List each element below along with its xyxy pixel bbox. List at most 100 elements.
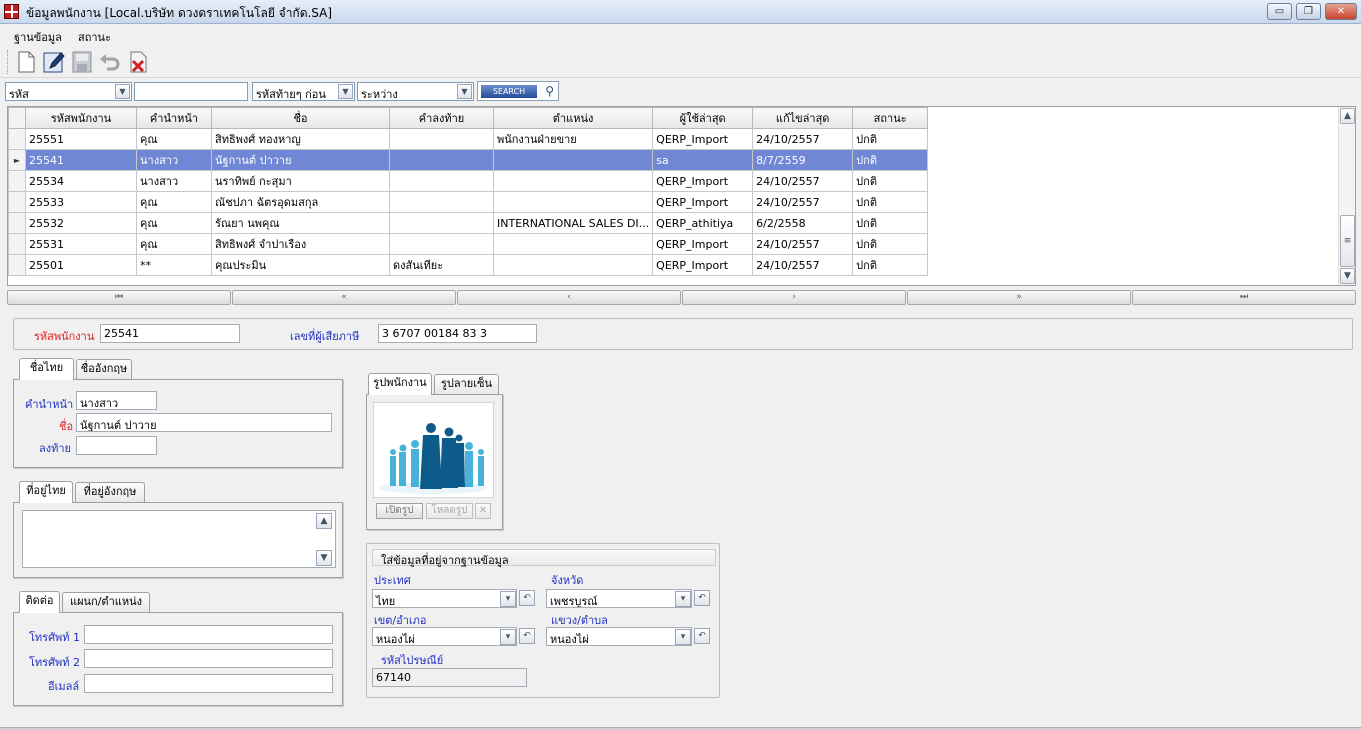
postcode-input[interactable]: 67140 (372, 668, 527, 687)
cell-last-edit[interactable]: 24/10/2557 (752, 128, 854, 150)
cell-suffix[interactable] (389, 128, 494, 150)
nav-prev-page-button[interactable]: « (232, 290, 456, 305)
row-indicator[interactable] (8, 170, 26, 192)
tab-english-address[interactable]: ที่อยู่อังกฤษ (75, 482, 145, 502)
cell-position[interactable]: INTERNATIONAL SALES DI... (492, 212, 654, 234)
cell-position[interactable] (492, 191, 654, 213)
suffix-input[interactable] (76, 436, 157, 455)
cell-last-edit[interactable]: 24/10/2557 (752, 233, 854, 255)
row-indicator[interactable] (8, 191, 26, 213)
close-button[interactable]: ✕ (1325, 3, 1357, 20)
province-reset-icon[interactable]: ↶ (694, 590, 710, 606)
nav-last-button[interactable]: ⏭ (1132, 290, 1356, 305)
col-last-user[interactable]: ผู้ใช้ล่าสุด (652, 107, 754, 129)
cell-last-user[interactable]: QERP_Import (652, 254, 754, 276)
open-photo-button[interactable]: เปิดรูป (376, 503, 423, 519)
cell-last-edit[interactable]: 24/10/2557 (752, 254, 854, 276)
cell-last-user[interactable]: QERP_Import (652, 233, 754, 255)
tab-thai-address[interactable]: ที่อยู่ไทย (19, 481, 73, 503)
subdistrict-reset-icon[interactable]: ↶ (694, 628, 710, 644)
table-row[interactable]: ► 25541 นางสาว นัฐกานต์ ปาวาย sa 8/7/2559 ปกติ (8, 149, 929, 171)
cell-last-user[interactable]: QERP_Import (652, 128, 754, 150)
cell-last-edit[interactable]: 24/10/2557 (752, 191, 854, 213)
cell-status[interactable]: ปกติ (852, 212, 929, 234)
col-suffix[interactable]: คำลงท้าย (389, 107, 494, 129)
delete-icon[interactable] (126, 50, 150, 74)
cell-name[interactable]: นัฐกานต์ ปาวาย (211, 149, 390, 171)
cell-suffix[interactable] (389, 149, 494, 171)
restore-button[interactable]: ❐ (1296, 3, 1321, 20)
cell-name[interactable]: สิทธิพงศ์ ทองหาญ (211, 128, 390, 150)
table-row[interactable]: 25533 คุณ ณัชปภา ฉัตรอุดมสกุล QERP_Import 24… (8, 191, 929, 213)
scroll-down-button[interactable]: ▼ (1340, 268, 1355, 284)
tab-employee-photo[interactable]: รูปพนักงาน (368, 373, 432, 395)
name-input[interactable]: นัฐกานต์ ปาวาย (76, 413, 332, 432)
cell-last-user[interactable]: QERP_Import (652, 191, 754, 213)
cell-status[interactable]: ปกติ (852, 128, 929, 150)
new-document-icon[interactable] (14, 50, 38, 74)
cell-status[interactable]: ปกติ (852, 254, 929, 276)
tab-contact[interactable]: ติดต่อ (19, 591, 60, 613)
chevron-down-icon[interactable]: ▾ (675, 591, 691, 607)
nav-first-button[interactable]: ⏮ (7, 290, 231, 305)
cell-name[interactable]: คุณประมิน (211, 254, 390, 276)
filter-field-select[interactable]: รหัส ▼ (5, 82, 132, 101)
cell-status[interactable]: ปกติ (852, 149, 929, 171)
cell-emp-code[interactable]: 25533 (25, 191, 137, 213)
cell-last-edit[interactable]: 24/10/2557 (752, 170, 854, 192)
cell-name[interactable]: ณัชปภา ฉัตรอุดมสกุล (211, 191, 390, 213)
cell-last-edit[interactable]: 8/7/2559 (752, 149, 854, 171)
tab-thai-name[interactable]: ชื่อไทย (19, 358, 74, 380)
table-row[interactable]: 25534 นางสาว นราทิพย์ กะสุมา QERP_Import 24/… (8, 170, 929, 192)
scroll-up-button[interactable]: ▲ (1340, 108, 1355, 124)
cell-emp-code[interactable]: 25551 (25, 128, 137, 150)
emp-code-input[interactable]: 25541 (100, 324, 240, 343)
prefix-input[interactable]: นางสาว (76, 391, 157, 410)
country-select[interactable]: ไทย (372, 589, 517, 608)
cell-last-edit[interactable]: 6/2/2558 (752, 212, 854, 234)
table-row[interactable]: 25532 คุณ รัณยา นพคุณ INTERNATIONAL SALES D… (8, 212, 929, 234)
cell-position[interactable] (492, 233, 654, 255)
cell-last-user[interactable]: sa (652, 149, 754, 171)
nav-prev-button[interactable]: ‹ (457, 290, 681, 305)
cell-prefix[interactable]: คุณ (136, 212, 212, 234)
cell-position[interactable] (492, 170, 654, 192)
chevron-down-icon[interactable]: ▾ (675, 629, 691, 645)
chevron-down-icon[interactable]: ▾ (500, 629, 516, 645)
row-indicator[interactable] (8, 128, 26, 150)
save-icon[interactable] (70, 50, 94, 74)
cell-prefix[interactable]: คุณ (136, 128, 212, 150)
cell-name[interactable]: สิทธิพงศ์ จำปาเรือง (211, 233, 390, 255)
col-prefix[interactable]: คำนำหน้า (136, 107, 212, 129)
row-indicator[interactable]: ► (8, 149, 26, 171)
cell-prefix[interactable]: นางสาว (136, 149, 212, 171)
cell-suffix[interactable] (389, 170, 494, 192)
undo-icon[interactable] (98, 50, 122, 74)
table-row[interactable]: 25531 คุณ สิทธิพงศ์ จำปาเรือง QERP_Import 24… (8, 233, 929, 255)
district-select[interactable]: หนองไผ่ (372, 627, 517, 646)
cell-emp-code[interactable]: 25501 (25, 254, 137, 276)
filter-mode-select[interactable]: รหัสท้ายๆ ก่อน ▼ (252, 82, 355, 101)
cell-name[interactable]: รัณยา นพคุณ (211, 212, 390, 234)
employee-grid[interactable]: รหัสพนักงาน คำนำหน้า ชื่อ คำลงท้าย ตำแหน… (7, 106, 1356, 286)
cell-emp-code[interactable]: 25534 (25, 170, 137, 192)
country-reset-icon[interactable]: ↶ (519, 590, 535, 606)
tab-english-name[interactable]: ชื่ออังกฤษ (76, 359, 132, 379)
cell-suffix[interactable]: ดงสันเทียะ (389, 254, 494, 276)
table-row[interactable]: 25501 ** คุณประมิน ดงสันเทียะ QERP_Import 24/… (8, 254, 929, 276)
grid-vertical-scrollbar[interactable]: ▲ ≡ ▼ (1338, 107, 1355, 285)
nav-next-button[interactable]: › (682, 290, 906, 305)
cell-prefix[interactable]: คุณ (136, 233, 212, 255)
row-indicator[interactable] (8, 212, 26, 234)
province-select[interactable]: เพชรบูรณ์ (546, 589, 692, 608)
email-input[interactable] (84, 674, 333, 693)
cell-suffix[interactable] (389, 233, 494, 255)
cell-status[interactable]: ปกติ (852, 191, 929, 213)
cell-prefix[interactable]: นางสาว (136, 170, 212, 192)
cell-name[interactable]: นราทิพย์ กะสุมา (211, 170, 390, 192)
cell-position[interactable] (492, 254, 654, 276)
filter-range-select[interactable]: ระหว่าง ▼ (357, 82, 474, 101)
cell-suffix[interactable] (389, 212, 494, 234)
cell-emp-code[interactable]: 25541 (25, 149, 137, 171)
tax-id-input[interactable]: 3 6707 00184 83 3 (378, 324, 537, 343)
